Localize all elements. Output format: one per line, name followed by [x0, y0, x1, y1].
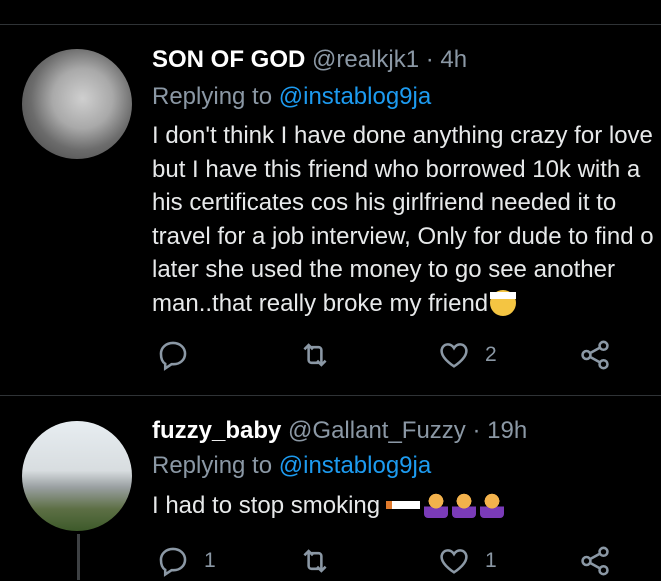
retweet-button[interactable]	[298, 541, 346, 581]
tweet-actions: 2	[152, 335, 622, 375]
replying-to: Replying to @instablog9ja	[152, 82, 431, 112]
heart-icon	[440, 343, 468, 368]
reply-button[interactable]: 1	[156, 541, 216, 581]
thread-connector	[77, 534, 80, 580]
like-button[interactable]: 1	[437, 541, 497, 581]
share-button[interactable]	[578, 541, 612, 581]
retweet-icon	[303, 549, 327, 573]
separator-dot: ·	[472, 417, 481, 444]
like-count: 2	[485, 343, 497, 366]
facepalm-emoji-icon	[424, 492, 449, 518]
replying-to: Replying to @instablog9ja	[152, 451, 431, 481]
replying-prefix: Replying to	[152, 452, 273, 479]
tweet-text-segment: I had to stop smoking	[152, 492, 381, 519]
like-count: 1	[485, 549, 497, 572]
like-button[interactable]: 2	[437, 335, 497, 375]
tweet-text-line: I don't think I have done anything crazy…	[152, 122, 653, 149]
tweet[interactable]: SON OF GOD @realkjk1 · 4h Replying to @i…	[0, 25, 661, 395]
timestamp[interactable]: 4h	[440, 46, 467, 73]
heart-icon	[440, 549, 468, 574]
tweet-text-line-last: man..that really broke my friend	[152, 287, 661, 321]
avatar[interactable]	[22, 421, 132, 531]
share-icon	[581, 340, 609, 370]
tweet-actions: 1 1	[152, 541, 622, 581]
cigarette-emoji-icon	[386, 501, 421, 509]
share-icon	[581, 546, 609, 576]
user-handle[interactable]: @realkjk1	[312, 46, 419, 73]
reply-icon	[159, 547, 187, 577]
display-name[interactable]: SON OF GOD	[152, 46, 305, 73]
retweet-button[interactable]	[298, 335, 346, 375]
tweet-text: I had to stop smoking	[152, 489, 661, 523]
tweet-text-line: his certificates cos his girlfriend need…	[152, 189, 617, 216]
reply-button[interactable]	[156, 335, 204, 375]
facepalm-emoji-icon	[480, 492, 505, 518]
mention-link[interactable]: @instablog9ja	[279, 452, 431, 479]
tweet-text-line: travel for a job interview, Only for dud…	[152, 222, 654, 250]
tweet-header: SON OF GOD @realkjk1 · 4h	[152, 45, 467, 75]
avatar[interactable]	[22, 49, 132, 159]
retweet-icon	[303, 343, 327, 367]
tweet-text-segment: man..that really broke my friend	[152, 289, 489, 317]
reply-icon	[159, 341, 187, 371]
reply-count: 1	[204, 549, 216, 572]
replying-prefix: Replying to	[152, 83, 273, 110]
tweet-text-line: later she used the money to go see anoth…	[152, 256, 615, 283]
tweet-text: I don't think I have done anything crazy…	[152, 119, 661, 320]
share-button[interactable]	[578, 335, 612, 375]
facepalm-emoji-icon	[452, 492, 477, 518]
tweet[interactable]: fuzzy_baby @Gallant_Fuzzy · 19h Replying…	[0, 396, 661, 580]
tweet-text-line: but I have this friend who borrowed 10k …	[152, 155, 641, 183]
timestamp[interactable]: 19h	[487, 417, 527, 444]
separator-dot: ·	[425, 46, 434, 73]
tweet-header: fuzzy_baby @Gallant_Fuzzy · 19h	[152, 416, 527, 446]
user-handle[interactable]: @Gallant_Fuzzy	[288, 417, 466, 444]
mention-link[interactable]: @instablog9ja	[279, 83, 431, 110]
display-name[interactable]: fuzzy_baby	[152, 417, 281, 444]
tweet-text-line: I had to stop smoking	[152, 489, 661, 523]
face-with-head-bandage-emoji-icon	[490, 289, 517, 316]
